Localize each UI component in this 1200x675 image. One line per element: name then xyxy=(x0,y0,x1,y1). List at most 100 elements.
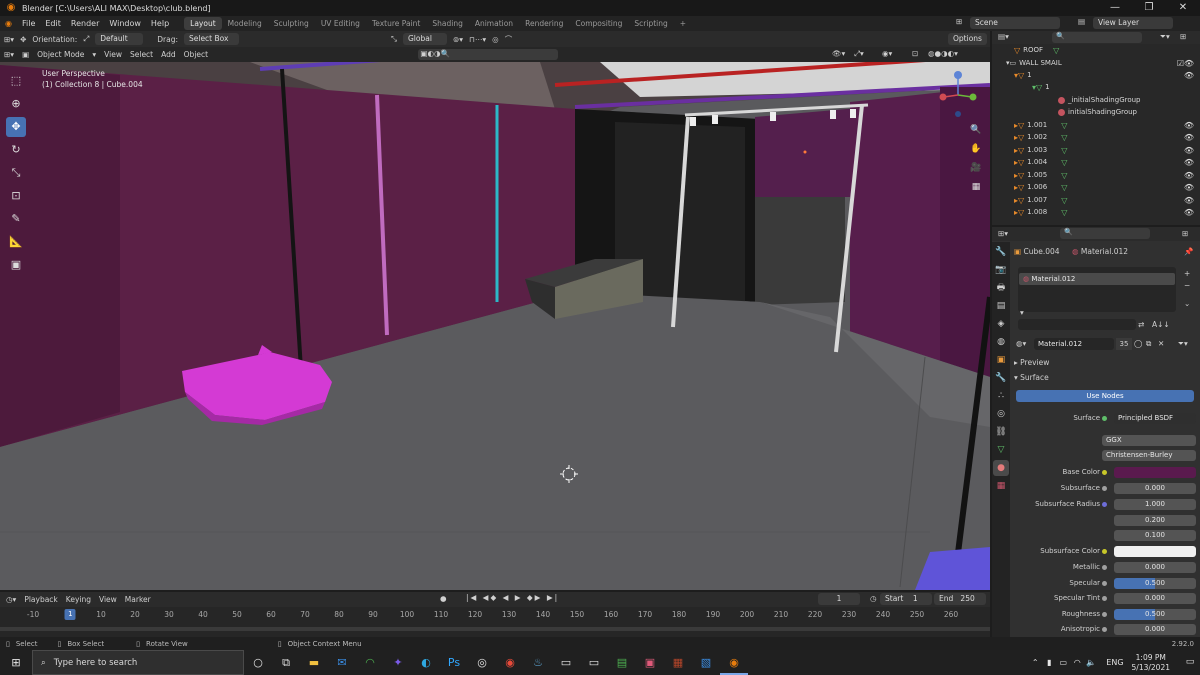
unlink-icon[interactable]: ✕ xyxy=(1158,339,1164,348)
menu-render[interactable]: Render xyxy=(66,19,104,28)
material-name-field[interactable]: Material.012 xyxy=(1034,338,1114,350)
photoshop-icon[interactable]: Ps xyxy=(440,650,468,675)
particles-tab-icon[interactable]: ∴ xyxy=(993,388,1009,404)
menu-add[interactable]: Add xyxy=(161,50,176,59)
property-value-field[interactable]: 1.000 xyxy=(1114,499,1196,510)
tab-shading[interactable]: Shading xyxy=(426,17,468,30)
property-value-field[interactable]: 0.000 xyxy=(1114,483,1196,494)
property-value-field[interactable]: 0.100 xyxy=(1114,530,1196,541)
eye-icon[interactable]: 👁 xyxy=(1184,59,1194,68)
tab-modeling[interactable]: Modeling xyxy=(222,17,268,30)
blender-taskbar-icon[interactable]: ◉ xyxy=(720,650,748,675)
zoom-icon[interactable]: 🔍 xyxy=(968,122,984,138)
eye-icon[interactable]: 👁 xyxy=(1184,196,1194,205)
mic-icon[interactable]: ▮ xyxy=(1042,650,1056,675)
outliner-row[interactable]: ▾▭ WALL SMAIL ☑ 👁 xyxy=(992,57,1200,69)
preview-panel-header[interactable]: ▸ Preview xyxy=(1014,358,1049,367)
outliner-row[interactable]: ▸▽ 1.006 ▽ 👁 xyxy=(992,181,1200,193)
xray-icon[interactable]: ⊡ xyxy=(912,49,918,58)
tab-sculpting[interactable]: Sculpting xyxy=(268,17,315,30)
property-value-field[interactable]: 0.500 xyxy=(1114,578,1196,589)
menu-playback[interactable]: Playback xyxy=(24,595,57,604)
material-slot[interactable]: ◍ Material.012 xyxy=(1019,273,1175,285)
app-icon[interactable]: ✦ xyxy=(384,650,412,675)
material-browse-icon[interactable]: ◍▾ xyxy=(1016,339,1026,348)
transform-orientation-dropdown[interactable]: Global xyxy=(402,33,447,45)
outliner-row[interactable]: ▸▽ 1.005 ▽ 👁 xyxy=(992,169,1200,181)
record-icon[interactable]: ● xyxy=(440,594,447,603)
pin-icon[interactable]: ⊞ xyxy=(1182,229,1188,238)
select-tool-icon[interactable]: ⬚ xyxy=(6,71,26,91)
scene-selector[interactable]: Scene xyxy=(970,17,1060,29)
task-view-icon[interactable]: ⧉ xyxy=(272,650,300,675)
current-frame-field[interactable]: 1 xyxy=(818,593,860,605)
viewport-filter-search[interactable]: ▣◐◑🔍 xyxy=(418,49,558,60)
image-viewer-icon[interactable]: ▧ xyxy=(692,650,720,675)
menu-marker[interactable]: Marker xyxy=(125,595,151,604)
3d-viewport[interactable]: User Perspective (1) Collection 8 | Cube… xyxy=(0,47,990,590)
pivot-icon[interactable]: ⊚▾ xyxy=(453,35,463,44)
outliner-row[interactable]: _initialShadingGroup xyxy=(992,94,1200,106)
reverse-icon[interactable]: ⇄ xyxy=(1138,320,1144,329)
subsurface-method-dropdown[interactable]: Christensen-Burley xyxy=(1102,450,1196,461)
timeline-playhead[interactable]: 1 xyxy=(64,609,76,620)
menu-object[interactable]: Object xyxy=(184,50,208,59)
ortho-grid-icon[interactable]: ▦ xyxy=(968,179,984,195)
view-layer-selector[interactable]: View Layer xyxy=(1093,17,1173,29)
snap-icon[interactable]: ⊓⋯▾ xyxy=(469,35,486,44)
menu-timeline-view[interactable]: View xyxy=(99,595,117,604)
properties-editor[interactable]: ⊞▾ 🔍 ⊞ 🔧 📷 🖶 ▤ ◈ ◍ ▣ 🔧 ∴ ◎ ⛓ ▽ ● ▦ ▣ Cub… xyxy=(992,227,1200,637)
move-tool-active-icon[interactable]: ✥ xyxy=(6,117,26,137)
eye-icon[interactable]: 👁 xyxy=(1184,208,1194,217)
spreadsheet-icon[interactable]: ▤ xyxy=(608,650,636,675)
wifi-icon[interactable]: ◠ xyxy=(1070,650,1084,675)
scale-tool-icon[interactable]: ⤡ xyxy=(6,163,26,183)
transform-tool-icon[interactable]: ⊡ xyxy=(6,186,26,206)
outliner-row[interactable]: ▸▽ 1.003 ▽ 👁 xyxy=(992,144,1200,156)
view-layer-tab-icon[interactable]: ▤ xyxy=(993,298,1009,314)
tab-rendering[interactable]: Rendering xyxy=(519,17,569,30)
timeline-ruler[interactable]: -100102030405060708090100110120130140150… xyxy=(0,607,990,637)
end-frame-field[interactable]: End 250 xyxy=(934,593,986,605)
tab-uv-editing[interactable]: UV Editing xyxy=(315,17,366,30)
property-value-field[interactable]: 0.500 xyxy=(1114,609,1196,620)
minimize-icon[interactable]: — xyxy=(1098,0,1132,16)
user-count[interactable]: 35 xyxy=(1116,338,1132,350)
outliner-row[interactable]: ▾▽ 1 👁 xyxy=(992,69,1200,81)
material-slot-list[interactable]: ◍ Material.012 xyxy=(1018,267,1176,312)
printer-2-icon[interactable]: ▭ xyxy=(580,650,608,675)
annotate-tool-icon[interactable]: ✎ xyxy=(6,209,26,229)
object-tab-icon[interactable]: ▣ xyxy=(993,352,1009,368)
chrome-icon[interactable]: ◉ xyxy=(496,650,524,675)
outliner-row[interactable]: ▸▽ 1.007 ▽ 👁 xyxy=(992,194,1200,206)
menu-window[interactable]: Window xyxy=(104,19,146,28)
property-value-field[interactable]: 0.200 xyxy=(1114,515,1196,526)
windows-start-icon[interactable]: ⊞ xyxy=(2,650,30,675)
physics-tab-icon[interactable]: ◎ xyxy=(993,406,1009,422)
surface-shader-field[interactable]: Principled BSDF xyxy=(1114,413,1196,424)
maximize-icon[interactable]: ❐ xyxy=(1132,0,1166,16)
constraints-tab-icon[interactable]: ⛓ xyxy=(993,424,1009,440)
timeline-scrollbar[interactable] xyxy=(0,627,990,631)
outliner-row[interactable]: ▸▽ 1.002 ▽ 👁 xyxy=(992,131,1200,143)
outliner-row[interactable]: ▾▽ 1 xyxy=(992,81,1200,93)
render-tab-icon[interactable]: 📷 xyxy=(993,262,1009,278)
outliner-row[interactable]: ▸▽ 1.001 ▽ 👁 xyxy=(992,119,1200,131)
proportional-edit-icon[interactable]: ◎ xyxy=(492,35,499,44)
camera-view-icon[interactable]: 🎥 xyxy=(968,160,984,176)
subsurface-color-swatch[interactable] xyxy=(1114,546,1196,557)
tab-animation[interactable]: Animation xyxy=(469,17,519,30)
property-value-field[interactable]: 0.000 xyxy=(1114,624,1196,635)
close-icon[interactable]: ✕ xyxy=(1166,0,1200,16)
eye-icon[interactable]: 👁 xyxy=(1184,158,1194,167)
properties-search-icon[interactable]: 🔍 xyxy=(1060,228,1150,239)
app-pink-icon[interactable]: ▣ xyxy=(636,650,664,675)
outliner-row[interactable]: ▸▽ 1.004 ▽ 👁 xyxy=(992,156,1200,168)
world-tab-icon[interactable]: ◍ xyxy=(993,334,1009,350)
taskbar-search[interactable]: ⌕ Type here to search xyxy=(32,650,244,675)
add-cube-tool-icon[interactable]: ▣ xyxy=(6,255,26,275)
menu-view[interactable]: View xyxy=(104,50,122,59)
headset-app-icon[interactable]: ◠ xyxy=(356,650,384,675)
fake-user-icon[interactable]: ◯ xyxy=(1134,339,1142,348)
menu-keying[interactable]: Keying xyxy=(66,595,91,604)
